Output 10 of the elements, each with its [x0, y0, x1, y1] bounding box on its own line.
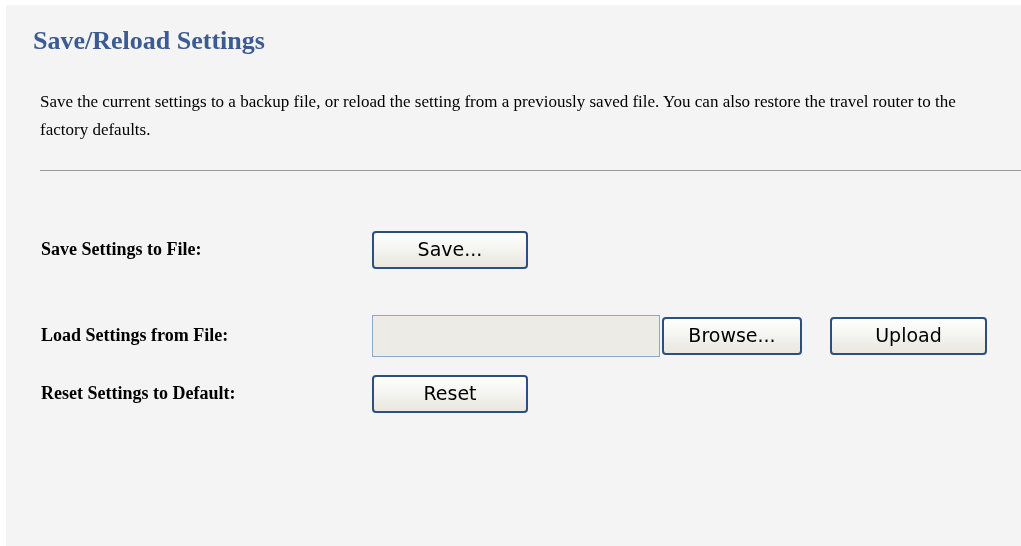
setting-label: Save Settings to File: [41, 238, 203, 261]
browse-button[interactable]: Browse... [662, 316, 802, 355]
file-path-field[interactable] [372, 314, 660, 357]
description-text: Save the current settings to a backup file, or reload the setting from a previously saved file. You can also restore the travel router to the factory defaults. [40, 90, 957, 141]
upload-button[interactable]: Upload [830, 316, 987, 355]
action-button[interactable]: Reset [372, 374, 528, 413]
setting-label: Reset Settings to Default: [41, 382, 237, 405]
page-title: Save/Reload Settings [33, 25, 265, 57]
setting-label: Load Settings from File: [41, 324, 230, 347]
action-button[interactable]: Save... [372, 230, 528, 269]
